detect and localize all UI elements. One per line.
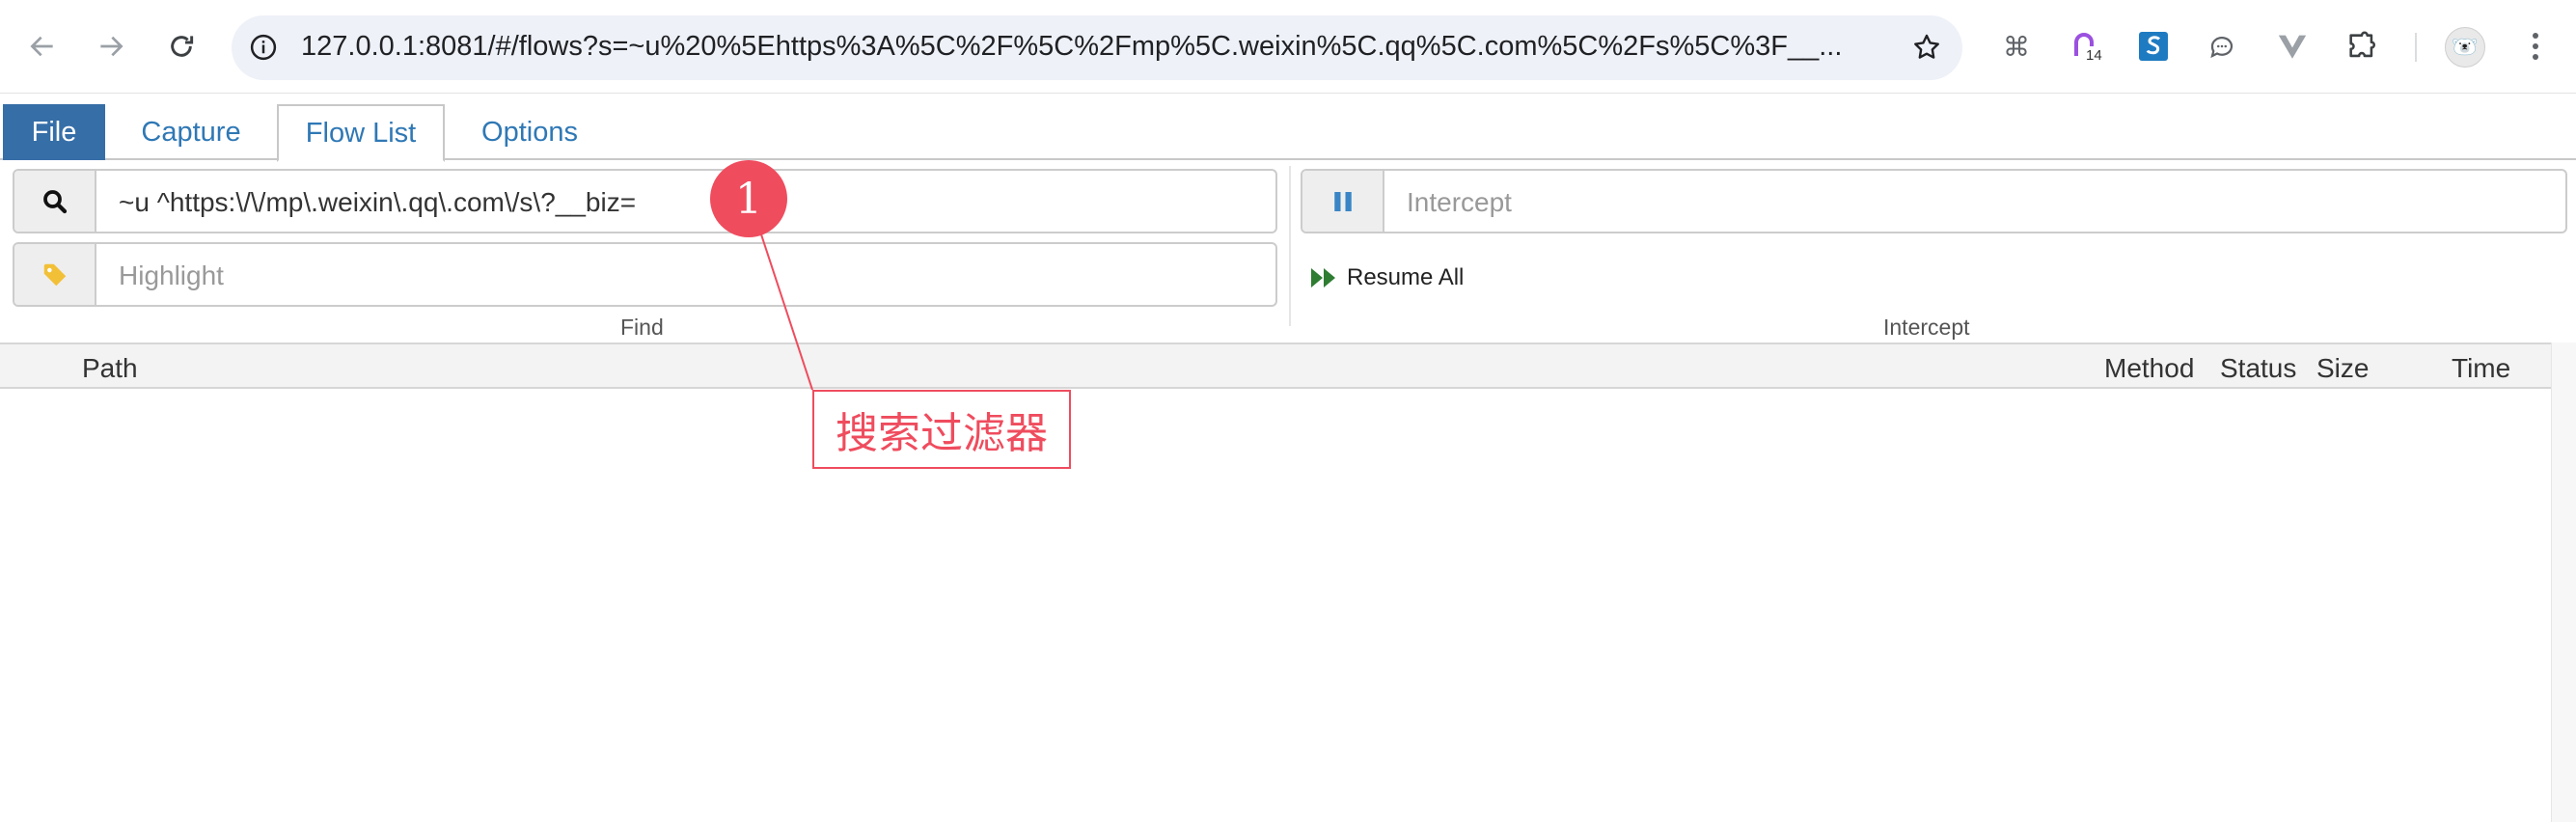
tab-capture[interactable]: Capture: [114, 104, 268, 160]
forward-arrow-icon: [100, 36, 123, 57]
back-arrow-icon: [30, 36, 53, 57]
search-input[interactable]: ~u ^https:\/\/mp\.weixin\.qq\.com\/s\?__…: [119, 187, 636, 218]
reload-button[interactable]: [158, 23, 205, 69]
toolbar-divider: [2415, 33, 2417, 62]
extension-badge: 14: [2086, 47, 2102, 64]
resume-all-button[interactable]: Resume All: [1310, 264, 1464, 291]
intercept-group-label: Intercept: [1883, 315, 1970, 340]
s-extension-icon[interactable]: [2132, 25, 2175, 68]
resume-all-label: Resume All: [1347, 264, 1465, 290]
tab-options[interactable]: Options: [453, 104, 606, 160]
profile-avatar[interactable]: 🐻‍❄️: [2445, 27, 2485, 68]
command-extension-icon[interactable]: ⌘: [1995, 25, 2038, 68]
intercept-filter-field[interactable]: Intercept: [1301, 169, 2567, 233]
url-text[interactable]: 127.0.0.1:8081/#/flows?s=~u%20%5Ehttps%3…: [301, 31, 1883, 63]
column-header-status[interactable]: Status: [2220, 353, 2296, 384]
tag-icon: [14, 244, 96, 305]
tab-flow-list[interactable]: Flow List: [277, 104, 445, 162]
annotation-number-badge: 1: [710, 160, 787, 237]
tab-file[interactable]: File: [3, 104, 105, 160]
group-divider: [1289, 166, 1291, 326]
site-info-icon[interactable]: [245, 29, 282, 66]
find-group-label: Find: [620, 315, 664, 340]
pause-icon: [1302, 171, 1384, 232]
search-filter-field[interactable]: ~u ^https:\/\/mp\.weixin\.qq\.com\/s\?__…: [13, 169, 1277, 233]
forward-button[interactable]: [88, 23, 134, 69]
bookmark-star-icon[interactable]: [1908, 29, 1945, 66]
chat-extension-icon[interactable]: [2201, 25, 2243, 68]
intercept-input[interactable]: Intercept: [1407, 187, 1512, 218]
vue-extension-icon[interactable]: [2271, 25, 2314, 68]
address-bar[interactable]: 127.0.0.1:8081/#/flows?s=~u%20%5Ehttps%3…: [232, 15, 1962, 80]
search-icon: [14, 171, 96, 232]
column-header-path[interactable]: Path: [82, 353, 138, 384]
column-header-time[interactable]: Time: [2452, 353, 2510, 384]
flow-list-scrollbar[interactable]: [2551, 342, 2576, 822]
main-menu-tabs: File Capture Flow List Options: [0, 104, 2576, 162]
flow-table-header: Path Method Status Size Time: [0, 342, 2551, 389]
column-header-size[interactable]: Size: [2316, 353, 2369, 384]
arc-extension-icon[interactable]: 14: [2067, 25, 2109, 68]
fast-forward-icon: [1311, 268, 1335, 288]
browser-toolbar: 127.0.0.1:8081/#/flows?s=~u%20%5Ehttps%3…: [0, 0, 2576, 94]
column-header-method[interactable]: Method: [2104, 353, 2194, 384]
annotation-label: 搜索过滤器: [812, 390, 1071, 469]
extensions-puzzle-icon[interactable]: [2341, 25, 2383, 68]
browser-menu-icon[interactable]: [2516, 25, 2555, 68]
highlight-filter-field[interactable]: Highlight: [13, 242, 1277, 307]
highlight-input[interactable]: Highlight: [119, 260, 224, 291]
reload-icon: [171, 36, 194, 57]
back-button[interactable]: [19, 23, 66, 69]
